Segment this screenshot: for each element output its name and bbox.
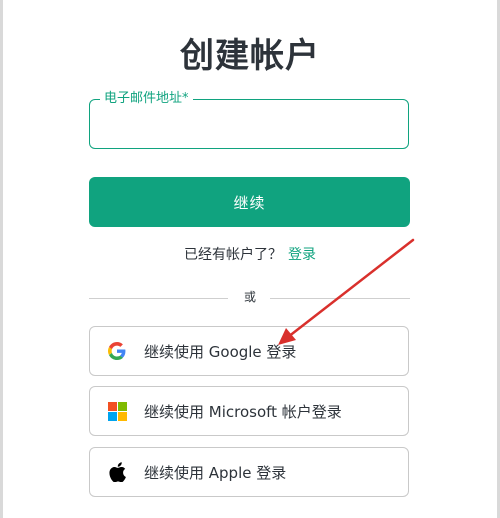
continue-button-label: 继续 (233, 193, 266, 212)
microsoft-login-label: 继续使用 Microsoft 帐户登录 (144, 402, 342, 421)
continue-button[interactable]: 继续 (89, 177, 410, 227)
google-login-button[interactable]: 继续使用 Google 登录 (89, 326, 409, 376)
microsoft-login-button[interactable]: 继续使用 Microsoft 帐户登录 (89, 386, 409, 436)
google-icon (107, 341, 127, 361)
login-prompt-text: 已经有帐户了？ (184, 247, 282, 263)
login-link[interactable]: 登录 (288, 247, 316, 263)
divider-text: 或 (243, 290, 256, 304)
email-field-label: 电子邮件地址* (100, 91, 193, 107)
email-field[interactable] (100, 112, 400, 140)
divider-left-line (89, 298, 228, 299)
divider-right-line (270, 298, 410, 299)
apple-login-label: 继续使用 Apple 登录 (144, 463, 287, 482)
microsoft-icon (107, 401, 127, 421)
google-login-label: 继续使用 Google 登录 (144, 342, 297, 361)
apple-login-button[interactable]: 继续使用 Apple 登录 (89, 447, 409, 497)
login-prompt: 已经有帐户了？ 登录 (0, 244, 500, 264)
page-title: 创建帐户 (180, 36, 320, 76)
apple-icon (107, 462, 127, 482)
